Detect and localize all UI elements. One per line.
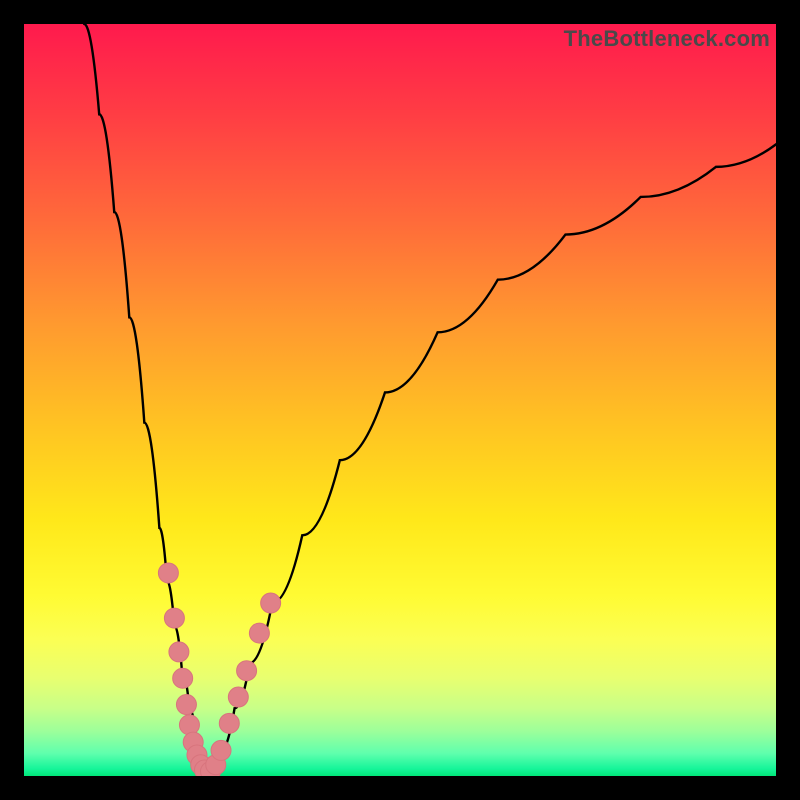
- marker-point: [158, 563, 178, 583]
- marker-point: [249, 623, 269, 643]
- bottleneck-curves: [84, 24, 776, 776]
- marker-point: [169, 642, 189, 662]
- marker-point: [173, 668, 193, 688]
- watermark-text: TheBottleneck.com: [564, 26, 770, 52]
- marker-points: [158, 563, 280, 776]
- marker-point: [237, 661, 257, 681]
- marker-point: [261, 593, 281, 613]
- marker-point: [179, 715, 199, 735]
- marker-point: [219, 713, 239, 733]
- plot-area: TheBottleneck.com: [24, 24, 776, 776]
- curve-left-branch: [84, 24, 203, 776]
- marker-point: [176, 695, 196, 715]
- chart-frame: TheBottleneck.com: [0, 0, 800, 800]
- chart-svg: [24, 24, 776, 776]
- marker-point: [211, 740, 231, 760]
- curve-right-branch: [212, 144, 776, 776]
- marker-point: [164, 608, 184, 628]
- marker-point: [228, 687, 248, 707]
